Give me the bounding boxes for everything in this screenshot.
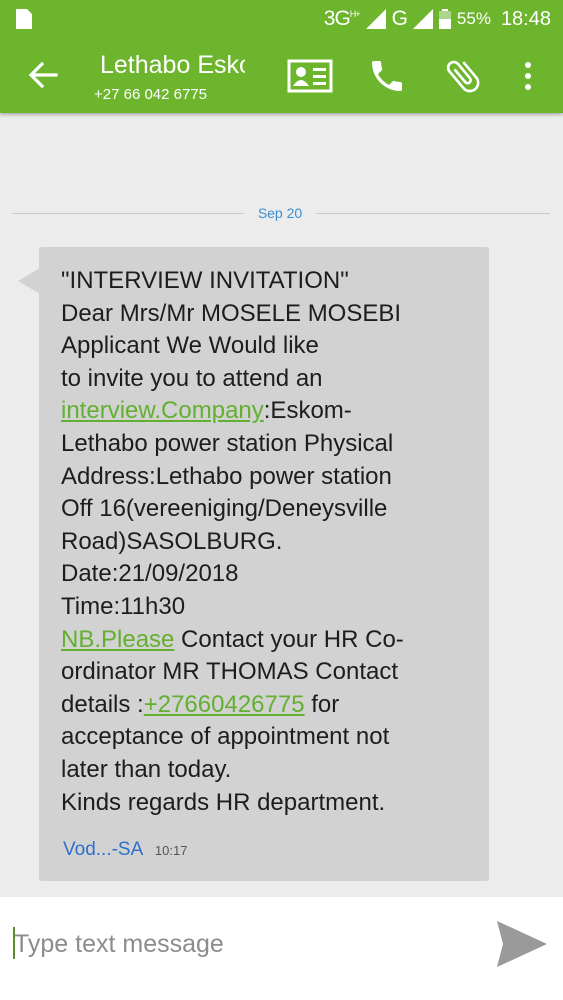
- battery-icon: [438, 9, 451, 29]
- arrow-left-icon[interactable]: [22, 54, 64, 96]
- message-line: acceptance of appointment not: [61, 723, 390, 751]
- date-divider: Sep 20: [12, 203, 550, 225]
- send-icon[interactable]: [495, 919, 549, 969]
- status-bar: 3GH+ G 55% 18:48: [0, 0, 563, 38]
- compose-bar: [0, 897, 563, 1000]
- app-bar: Lethabo Eskom HR +27 66 042 6775: [0, 38, 563, 113]
- message-text: for: [304, 690, 340, 718]
- message-line: Date:21/09/2018: [61, 560, 239, 588]
- phone-link[interactable]: +27660426775: [144, 691, 305, 718]
- status-right: 3GH+ G 55% 18:48: [324, 6, 551, 32]
- message-text: :Eskom-: [263, 397, 352, 425]
- divider-line: [12, 213, 244, 214]
- signal-icon-2: [412, 9, 433, 29]
- message-text: Contact your HR Co-: [174, 625, 404, 653]
- message-line: Kinds regards HR department.: [61, 788, 386, 816]
- message-input[interactable]: [14, 924, 434, 964]
- message-text: details :: [61, 690, 144, 718]
- contact-name[interactable]: Lethabo Eskom HR: [100, 51, 245, 80]
- battery-percent: 55%: [456, 9, 491, 28]
- signal-icon: [365, 9, 386, 29]
- company-link[interactable]: interview.Company: [61, 397, 264, 424]
- paperclip-icon[interactable]: [440, 54, 486, 98]
- more-vert-icon[interactable]: [505, 54, 551, 98]
- clock: 18:48: [500, 7, 551, 30]
- message-time: 10:17: [154, 843, 188, 858]
- message-line: Lethabo power station Physical: [61, 429, 394, 457]
- network-type: 3GH+: [323, 7, 361, 30]
- date-label: Sep 20: [257, 205, 303, 221]
- message-line: ordinator MR THOMAS Contact: [61, 658, 398, 686]
- phone-icon[interactable]: [364, 54, 410, 98]
- message-line: Address:Lethabo power station: [61, 462, 392, 490]
- message-line: "INTERVIEW INVITATION": [61, 267, 349, 294]
- message-line: Road)SASOLBURG.: [61, 527, 283, 555]
- message-line: details :+27660426775 for: [61, 689, 481, 722]
- message-sender: Vod...-SA: [63, 839, 144, 860]
- contact-card-icon[interactable]: [287, 54, 333, 98]
- sim-card-icon: [16, 9, 32, 29]
- message-line: later than today.: [61, 755, 232, 783]
- message-line: Applicant We Would like: [61, 332, 319, 360]
- message-line: NB.Please Contact your HR Co-: [61, 624, 481, 657]
- message-bubble[interactable]: "INTERVIEW INVITATION" Dear Mrs/Mr MOSEL…: [39, 247, 489, 881]
- contact-number: +27 66 042 6775: [94, 86, 208, 103]
- message-body: "INTERVIEW INVITATION" Dear Mrs/Mr MOSEL…: [61, 265, 481, 819]
- message-line: Dear Mrs/Mr MOSELE MOSEBI: [61, 299, 402, 327]
- message-meta: Vod...-SA 10:17: [63, 839, 187, 861]
- message-line: interview.Company:Eskom-: [61, 395, 481, 428]
- nb-link[interactable]: NB.Please: [61, 626, 174, 653]
- bubble-tail: [18, 268, 40, 294]
- divider-line: [316, 213, 550, 214]
- network-type-2: G: [391, 7, 408, 30]
- message-line: Off 16(vereeniging/Deneysville: [61, 495, 388, 523]
- message-line: Time:11h30: [61, 592, 186, 620]
- message-line: to invite you to attend an: [61, 364, 323, 392]
